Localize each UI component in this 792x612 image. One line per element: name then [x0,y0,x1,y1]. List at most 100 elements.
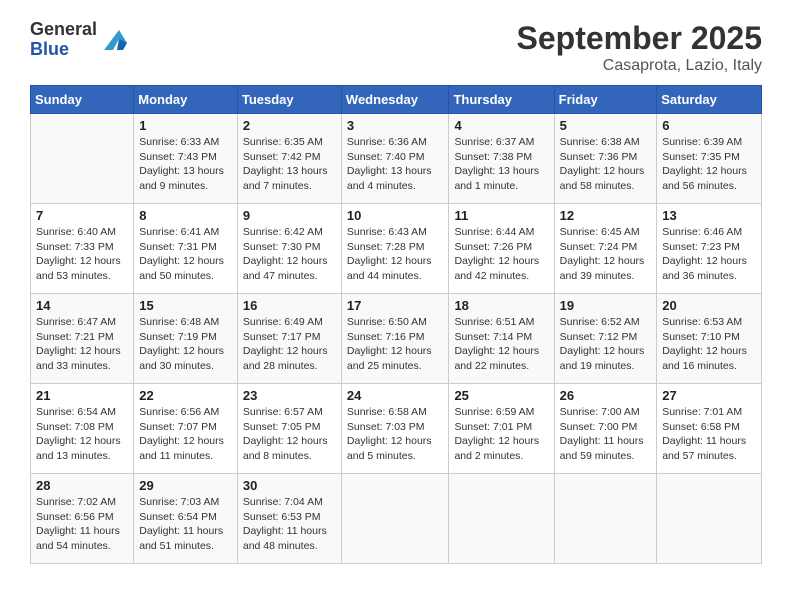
calendar-cell: 30 Sunrise: 7:04 AM Sunset: 6:53 PM Dayli… [237,474,341,564]
day-info: Sunrise: 7:04 AM Sunset: 6:53 PM Dayligh… [243,495,336,554]
day-info: Sunrise: 6:52 AM Sunset: 7:12 PM Dayligh… [560,315,652,374]
day-info: Sunrise: 6:36 AM Sunset: 7:40 PM Dayligh… [347,135,444,194]
day-info: Sunrise: 6:38 AM Sunset: 7:36 PM Dayligh… [560,135,652,194]
calendar-week-row: 1 Sunrise: 6:33 AM Sunset: 7:43 PM Daylig… [31,114,762,204]
title-block: September 2025 Casaprota, Lazio, Italy [517,20,762,75]
day-info: Sunrise: 6:43 AM Sunset: 7:28 PM Dayligh… [347,225,444,284]
calendar-cell: 3 Sunrise: 6:36 AM Sunset: 7:40 PM Daylig… [341,114,449,204]
calendar-cell: 27 Sunrise: 7:01 AM Sunset: 6:58 PM Dayli… [657,384,762,474]
calendar-cell: 18 Sunrise: 6:51 AM Sunset: 7:14 PM Dayli… [449,294,554,384]
day-number: 21 [36,388,128,403]
calendar-cell: 10Sunrise: 6:43 AM Sunset: 7:28 PM Dayli… [341,204,449,294]
day-number: 16 [243,298,336,313]
day-number: 18 [454,298,548,313]
day-info: Sunrise: 6:49 AM Sunset: 7:17 PM Dayligh… [243,315,336,374]
calendar-cell: 1 Sunrise: 6:33 AM Sunset: 7:43 PM Daylig… [134,114,238,204]
calendar-cell [554,474,657,564]
day-number: 4 [454,118,548,133]
day-info: Sunrise: 6:54 AM Sunset: 7:08 PM Dayligh… [36,405,128,464]
day-info: Sunrise: 6:46 AM Sunset: 7:23 PM Dayligh… [662,225,756,284]
day-number: 29 [139,478,232,493]
day-info: Sunrise: 6:39 AM Sunset: 7:35 PM Dayligh… [662,135,756,194]
day-number: 9 [243,208,336,223]
calendar-cell: 2 Sunrise: 6:35 AM Sunset: 7:42 PM Daylig… [237,114,341,204]
day-header-tuesday: Tuesday [237,86,341,114]
calendar-week-row: 14 Sunrise: 6:47 AM Sunset: 7:21 PM Dayli… [31,294,762,384]
day-info: Sunrise: 6:56 AM Sunset: 7:07 PM Dayligh… [139,405,232,464]
day-number: 14 [36,298,128,313]
calendar-cell: 29 Sunrise: 7:03 AM Sunset: 6:54 PM Dayli… [134,474,238,564]
day-info: Sunrise: 6:47 AM Sunset: 7:21 PM Dayligh… [36,315,128,374]
calendar-cell [31,114,134,204]
calendar-header-row: SundayMondayTuesdayWednesdayThursdayFrid… [31,86,762,114]
day-number: 30 [243,478,336,493]
calendar-cell: 7 Sunrise: 6:40 AM Sunset: 7:33 PM Daylig… [31,204,134,294]
day-number: 7 [36,208,128,223]
calendar-cell [449,474,554,564]
day-header-friday: Friday [554,86,657,114]
day-number: 13 [662,208,756,223]
day-number: 27 [662,388,756,403]
day-number: 12 [560,208,652,223]
day-number: 8 [139,208,232,223]
day-header-thursday: Thursday [449,86,554,114]
day-number: 24 [347,388,444,403]
logo-icon [99,25,129,55]
day-info: Sunrise: 7:00 AM Sunset: 7:00 PM Dayligh… [560,405,652,464]
day-info: Sunrise: 6:40 AM Sunset: 7:33 PM Dayligh… [36,225,128,284]
day-info: Sunrise: 7:03 AM Sunset: 6:54 PM Dayligh… [139,495,232,554]
calendar-title: September 2025 [517,20,762,57]
calendar-cell: 25Sunrise: 6:59 AM Sunset: 7:01 PM Dayli… [449,384,554,474]
day-info: Sunrise: 6:35 AM Sunset: 7:42 PM Dayligh… [243,135,336,194]
calendar-week-row: 7 Sunrise: 6:40 AM Sunset: 7:33 PM Daylig… [31,204,762,294]
day-number: 22 [139,388,232,403]
day-info: Sunrise: 6:41 AM Sunset: 7:31 PM Dayligh… [139,225,232,284]
day-number: 19 [560,298,652,313]
calendar-cell: 16 Sunrise: 6:49 AM Sunset: 7:17 PM Dayli… [237,294,341,384]
day-number: 23 [243,388,336,403]
calendar-week-row: 28 Sunrise: 7:02 AM Sunset: 6:56 PM Dayli… [31,474,762,564]
day-info: Sunrise: 7:01 AM Sunset: 6:58 PM Dayligh… [662,405,756,464]
calendar-cell: 12 Sunrise: 6:45 AM Sunset: 7:24 PM Dayli… [554,204,657,294]
logo: General Blue [30,20,129,60]
day-number: 1 [139,118,232,133]
calendar-cell: 4Sunrise: 6:37 AM Sunset: 7:38 PM Daylig… [449,114,554,204]
calendar-cell: 15Sunrise: 6:48 AM Sunset: 7:19 PM Dayli… [134,294,238,384]
day-info: Sunrise: 6:58 AM Sunset: 7:03 PM Dayligh… [347,405,444,464]
day-header-sunday: Sunday [31,86,134,114]
day-number: 3 [347,118,444,133]
day-info: Sunrise: 6:44 AM Sunset: 7:26 PM Dayligh… [454,225,548,284]
day-info: Sunrise: 6:50 AM Sunset: 7:16 PM Dayligh… [347,315,444,374]
calendar-cell: 13 Sunrise: 6:46 AM Sunset: 7:23 PM Dayli… [657,204,762,294]
calendar-subtitle: Casaprota, Lazio, Italy [517,57,762,75]
page: General Blue September 2025 Casaprota, L… [0,0,792,612]
day-number: 26 [560,388,652,403]
calendar-cell: 26 Sunrise: 7:00 AM Sunset: 7:00 PM Dayli… [554,384,657,474]
calendar-cell: 5 Sunrise: 6:38 AM Sunset: 7:36 PM Daylig… [554,114,657,204]
day-number: 6 [662,118,756,133]
calendar-cell: 14 Sunrise: 6:47 AM Sunset: 7:21 PM Dayli… [31,294,134,384]
calendar-cell: 24 Sunrise: 6:58 AM Sunset: 7:03 PM Dayli… [341,384,449,474]
day-number: 28 [36,478,128,493]
day-number: 2 [243,118,336,133]
day-number: 17 [347,298,444,313]
calendar-cell: 28 Sunrise: 7:02 AM Sunset: 6:56 PM Dayli… [31,474,134,564]
calendar-cell [657,474,762,564]
day-info: Sunrise: 6:45 AM Sunset: 7:24 PM Dayligh… [560,225,652,284]
day-header-monday: Monday [134,86,238,114]
day-info: Sunrise: 6:51 AM Sunset: 7:14 PM Dayligh… [454,315,548,374]
calendar-week-row: 21 Sunrise: 6:54 AM Sunset: 7:08 PM Dayli… [31,384,762,474]
calendar-table: SundayMondayTuesdayWednesdayThursdayFrid… [30,85,762,564]
day-number: 15 [139,298,232,313]
calendar-cell: 19 Sunrise: 6:52 AM Sunset: 7:12 PM Dayli… [554,294,657,384]
day-info: Sunrise: 6:33 AM Sunset: 7:43 PM Dayligh… [139,135,232,194]
calendar-cell: 11Sunrise: 6:44 AM Sunset: 7:26 PM Dayli… [449,204,554,294]
header: General Blue September 2025 Casaprota, L… [30,20,762,75]
day-header-wednesday: Wednesday [341,86,449,114]
day-number: 5 [560,118,652,133]
calendar-cell: 9Sunrise: 6:42 AM Sunset: 7:30 PM Daylig… [237,204,341,294]
day-info: Sunrise: 6:59 AM Sunset: 7:01 PM Dayligh… [454,405,548,464]
day-info: Sunrise: 7:02 AM Sunset: 6:56 PM Dayligh… [36,495,128,554]
day-number: 20 [662,298,756,313]
calendar-cell [341,474,449,564]
